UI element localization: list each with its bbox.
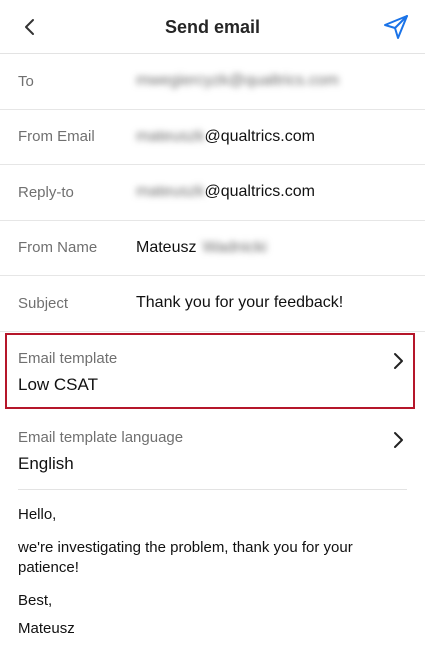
chevron-left-icon — [25, 19, 34, 35]
from-name-last-redacted: Wadnicki — [202, 238, 267, 256]
to-address-redacted: mwegiercyzk@qualtrics.com — [136, 72, 339, 90]
chevron-right-icon — [394, 353, 403, 369]
reply-to-domain: @qualtrics.com — [204, 183, 315, 201]
reply-to-value[interactable]: mateuszk @qualtrics.com — [136, 183, 315, 201]
send-button[interactable] — [377, 8, 415, 46]
page-title: Send email — [164, 16, 261, 37]
from-name-field-row[interactable]: From Name Mateusz Wadnicki — [0, 221, 425, 276]
email-template-language-selector[interactable]: Email template language English — [18, 429, 407, 474]
to-value[interactable]: mwegiercyzk@qualtrics.com — [136, 72, 339, 90]
from-email-label: From Email — [18, 128, 95, 146]
reply-to-user-redacted: mateuszk — [136, 183, 205, 201]
from-email-value[interactable]: mateuszk @qualtrics.com — [136, 128, 315, 146]
email-closing: Best, — [18, 592, 53, 609]
email-template-value: Low CSAT — [18, 375, 98, 394]
reply-to-field-row[interactable]: Reply-to mateuszk @qualtrics.com — [0, 165, 425, 221]
paper-plane-icon — [384, 15, 408, 39]
email-template-language-value: English — [18, 454, 74, 473]
subject-field-row[interactable]: Subject Thank you for your feedback! — [0, 276, 425, 332]
email-template-language-label: Email template language — [18, 429, 184, 446]
email-body-paragraph: we're investigating the problem, thank y… — [18, 539, 353, 576]
send-email-screen: Send email To mwegiercyzk@qualtrics.com … — [0, 0, 425, 663]
email-greeting: Hello, — [18, 506, 57, 523]
subject-label: Subject — [18, 294, 69, 312]
to-label: To — [18, 72, 34, 90]
header-bar: Send email — [0, 0, 425, 54]
from-name-label: From Name — [18, 239, 98, 257]
email-signature: Mateusz — [18, 620, 75, 637]
email-body-editor[interactable]: Hello, we're investigating the problem, … — [18, 505, 407, 652]
subject-value[interactable]: Thank you for your feedback! — [136, 294, 343, 312]
from-email-domain: @qualtrics.com — [204, 127, 315, 145]
reply-to-label: Reply-to — [18, 183, 74, 201]
email-template-label: Email template — [18, 350, 118, 367]
chevron-right-icon — [394, 432, 403, 448]
from-email-field-row[interactable]: From Email mateuszk @qualtrics.com — [0, 110, 425, 165]
to-field-row[interactable]: To mwegiercyzk@qualtrics.com — [0, 54, 425, 110]
email-template-selector[interactable]: Email template Low CSAT — [18, 350, 407, 395]
divider — [18, 489, 407, 490]
back-button[interactable] — [12, 9, 48, 45]
from-name-first: Mateusz — [136, 238, 197, 256]
from-name-value[interactable]: Mateusz Wadnicki — [136, 239, 267, 257]
from-email-user-redacted: mateuszk — [136, 127, 205, 145]
